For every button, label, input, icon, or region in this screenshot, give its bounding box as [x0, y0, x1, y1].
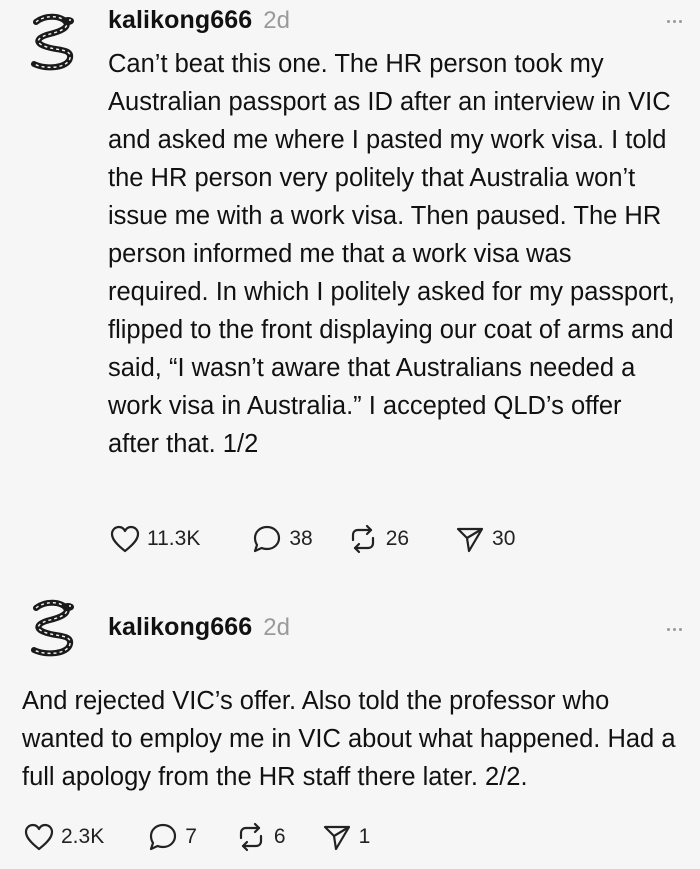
speech-bubble-icon	[254, 525, 281, 553]
more-dots-icon	[667, 628, 670, 631]
timestamp: 2d	[263, 7, 290, 34]
share-count: 30	[492, 527, 516, 550]
action-bar: 2.3K 7 6 1	[24, 822, 370, 852]
more-dots-icon	[667, 20, 670, 23]
repost-count: 26	[385, 527, 410, 550]
reply-button[interactable]: 38	[252, 524, 313, 554]
more-options-button[interactable]	[665, 622, 684, 637]
more-dot	[673, 628, 676, 631]
reply-count: 7	[185, 825, 197, 848]
like-count: 11.3K	[147, 527, 201, 550]
avatar[interactable]	[22, 12, 82, 72]
repost-arrows-icon	[239, 822, 262, 852]
send-icon	[323, 825, 350, 851]
post: kalikong666 2d And rejected VIC’s offer.…	[0, 582, 700, 869]
like-button[interactable]: 11.3K	[110, 525, 200, 553]
avatar[interactable]	[22, 598, 82, 658]
more-dot	[679, 20, 682, 23]
post-header: kalikong666 2d	[108, 6, 290, 35]
username[interactable]: kalikong666	[108, 613, 252, 642]
reply-count: 38	[289, 527, 313, 550]
repost-button[interactable]: 6	[235, 822, 286, 852]
post-text: Can’t beat this one. The HR person took …	[108, 50, 675, 458]
post-text: And rejected VIC’s offer. Also told the …	[22, 687, 676, 791]
action-bar: 11.3K 38 26 30	[110, 524, 515, 554]
post: kalikong666 2d Can’t beat this one. The …	[0, 0, 700, 582]
repost-arrows-icon	[351, 524, 374, 554]
more-options-button[interactable]	[665, 14, 684, 29]
share-count: 1	[358, 825, 371, 848]
share-button[interactable]: 30	[455, 525, 515, 553]
heart-icon	[110, 525, 140, 553]
like-button[interactable]: 2.3K	[24, 823, 104, 851]
repost-button[interactable]: 26	[347, 524, 409, 554]
send-icon	[456, 527, 484, 553]
timestamp: 2d	[263, 614, 290, 641]
post-header: kalikong666 2d	[108, 613, 290, 642]
like-count: 2.3K	[61, 825, 105, 848]
heart-icon	[24, 823, 54, 851]
share-button[interactable]: 1	[322, 823, 371, 851]
snake-avatar-icon	[31, 599, 74, 657]
more-dot	[673, 20, 676, 23]
speech-bubble-icon	[150, 823, 177, 851]
reply-button[interactable]: 7	[148, 822, 197, 852]
snake-avatar-icon	[31, 13, 74, 71]
repost-count: 6	[273, 825, 286, 848]
more-dot	[679, 628, 682, 631]
username[interactable]: kalikong666	[108, 6, 252, 35]
